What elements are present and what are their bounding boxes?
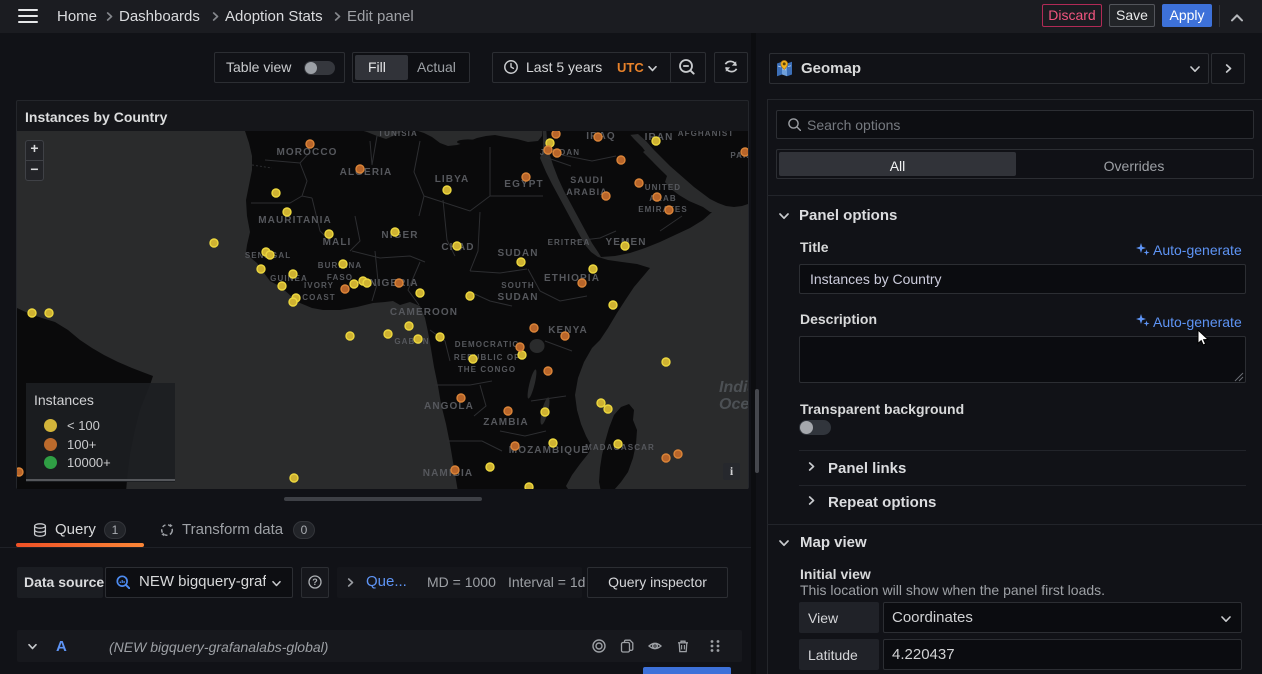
svg-text:ANGOLA: ANGOLA <box>424 401 474 412</box>
svg-text:MALI: MALI <box>323 237 352 248</box>
svg-text:THE CONGO: THE CONGO <box>458 365 516 374</box>
svg-text:MOROCCO: MOROCCO <box>276 147 337 158</box>
svg-text:LIBYA: LIBYA <box>435 174 470 185</box>
svg-text:GABON: GABON <box>394 337 429 346</box>
svg-text:TUNISIA: TUNISIA <box>378 131 418 138</box>
svg-text:ERITREA: ERITREA <box>548 238 591 247</box>
svg-text:Indian: Indian <box>719 379 748 396</box>
svg-text:AFGHANIST: AFGHANIST <box>678 131 735 138</box>
svg-text:ETHIOPIA: ETHIOPIA <box>544 273 600 284</box>
svg-text:Ocean: Ocean <box>719 396 748 413</box>
svg-text:UNITED: UNITED <box>645 183 681 192</box>
svg-text:MAURITANIA: MAURITANIA <box>258 215 332 226</box>
svg-text:REPUBLIC OF: REPUBLIC OF <box>454 353 520 362</box>
svg-text:MOZAMBIQUE: MOZAMBIQUE <box>509 445 589 456</box>
svg-text:COAST: COAST <box>302 293 336 302</box>
svg-text:ALGERIA: ALGERIA <box>340 167 393 178</box>
svg-text:SAUDI: SAUDI <box>570 175 604 185</box>
svg-text:?: ? <box>312 577 318 587</box>
svg-text:CAMEROON: CAMEROON <box>390 307 458 318</box>
svg-text:SOUTH: SOUTH <box>501 281 535 290</box>
svg-text:SUDAN: SUDAN <box>497 292 538 303</box>
svg-text:SUDAN: SUDAN <box>497 248 538 259</box>
svg-text:IVORY: IVORY <box>304 281 334 290</box>
svg-text:DEMOCRATIC: DEMOCRATIC <box>455 340 520 349</box>
svg-text:ZAMBIA: ZAMBIA <box>483 417 528 428</box>
svg-text:NIGER: NIGER <box>381 230 418 241</box>
svg-text:EMIRATES: EMIRATES <box>638 205 688 214</box>
svg-text:NAMIBIA: NAMIBIA <box>423 468 473 479</box>
svg-text:NIGERIA: NIGERIA <box>369 278 418 289</box>
